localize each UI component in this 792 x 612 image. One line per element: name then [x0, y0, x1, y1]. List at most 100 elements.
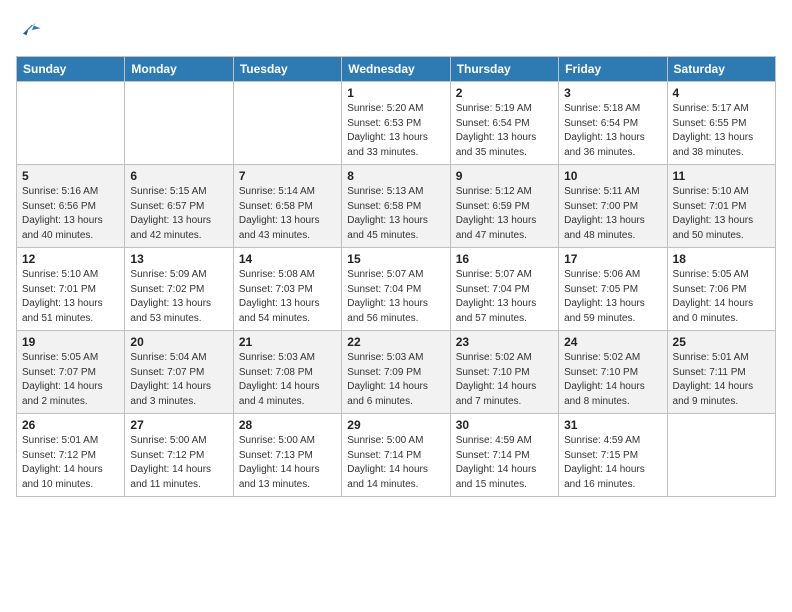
day-number: 11 [673, 169, 770, 183]
day-info: Sunrise: 5:19 AM Sunset: 6:54 PM Dayligh… [456, 102, 553, 160]
day-info: Sunrise: 5:15 AM Sunset: 6:57 PM Dayligh… [130, 185, 227, 243]
calendar-cell: 14Sunrise: 5:08 AM Sunset: 7:03 PM Dayli… [233, 248, 341, 331]
calendar-table: SundayMondayTuesdayWednesdayThursdayFrid… [16, 56, 776, 497]
day-info: Sunrise: 5:03 AM Sunset: 7:08 PM Dayligh… [239, 351, 336, 409]
day-info: Sunrise: 5:13 AM Sunset: 6:58 PM Dayligh… [347, 185, 444, 243]
day-info: Sunrise: 5:20 AM Sunset: 6:53 PM Dayligh… [347, 102, 444, 160]
day-number: 25 [673, 335, 770, 349]
day-number: 20 [130, 335, 227, 349]
calendar-cell: 29 Sunrise: 5:00 AM Sunset: 7:14 PM Dayli… [342, 414, 450, 497]
calendar-cell: 23 Sunrise: 5:02 AM Sunset: 7:10 PM Dayli… [450, 331, 558, 414]
calendar-cell: 2Sunrise: 5:19 AM Sunset: 6:54 PM Daylig… [450, 82, 558, 165]
calendar-cell: 10 Sunrise: 5:11 AM Sunset: 7:00 PM Dayli… [559, 165, 667, 248]
day-info: Sunrise: 5:02 AM Sunset: 7:10 PM Dayligh… [456, 351, 553, 409]
calendar-week-2: 5 Sunrise: 5:16 AM Sunset: 6:56 PM Daylig… [17, 165, 776, 248]
day-info: Sunrise: 5:03 AM Sunset: 7:09 PM Dayligh… [347, 351, 444, 409]
day-info: Sunrise: 5:18 AM Sunset: 6:54 PM Dayligh… [564, 102, 661, 160]
day-info: Sunrise: 5:01 AM Sunset: 7:12 PM Dayligh… [22, 434, 119, 492]
calendar-header-row: SundayMondayTuesdayWednesdayThursdayFrid… [17, 57, 776, 82]
logo-icon [16, 16, 44, 44]
calendar-cell: 7 Sunrise: 5:14 AM Sunset: 6:58 PM Daylig… [233, 165, 341, 248]
calendar-cell: 12Sunrise: 5:10 AM Sunset: 7:01 PM Dayli… [17, 248, 125, 331]
day-info: Sunrise: 5:11 AM Sunset: 7:00 PM Dayligh… [564, 185, 661, 243]
calendar-cell: 28 Sunrise: 5:00 AM Sunset: 7:13 PM Dayli… [233, 414, 341, 497]
weekday-header-monday: Monday [125, 57, 233, 82]
day-info: Sunrise: 5:09 AM Sunset: 7:02 PM Dayligh… [130, 268, 227, 326]
day-number: 10 [564, 169, 661, 183]
day-number: 1 [347, 86, 444, 100]
day-info: Sunrise: 5:16 AM Sunset: 6:56 PM Dayligh… [22, 185, 119, 243]
day-number: 5 [22, 169, 119, 183]
day-info: Sunrise: 5:02 AM Sunset: 7:10 PM Dayligh… [564, 351, 661, 409]
day-info: Sunrise: 5:14 AM Sunset: 6:58 PM Dayligh… [239, 185, 336, 243]
day-info: Sunrise: 4:59 AM Sunset: 7:15 PM Dayligh… [564, 434, 661, 492]
calendar-cell: 27Sunrise: 5:00 AM Sunset: 7:12 PM Dayli… [125, 414, 233, 497]
day-number: 7 [239, 169, 336, 183]
calendar-cell [125, 82, 233, 165]
calendar-cell: 22 Sunrise: 5:03 AM Sunset: 7:09 PM Dayli… [342, 331, 450, 414]
calendar-cell [667, 414, 775, 497]
day-info: Sunrise: 4:59 AM Sunset: 7:14 PM Dayligh… [456, 434, 553, 492]
calendar-cell: 25 Sunrise: 5:01 AM Sunset: 7:11 PM Dayli… [667, 331, 775, 414]
day-number: 28 [239, 418, 336, 432]
calendar-week-5: 26 Sunrise: 5:01 AM Sunset: 7:12 PM Dayli… [17, 414, 776, 497]
calendar-cell: 1 Sunrise: 5:20 AM Sunset: 6:53 PM Daylig… [342, 82, 450, 165]
calendar-cell: 19 Sunrise: 5:05 AM Sunset: 7:07 PM Dayli… [17, 331, 125, 414]
calendar-cell: 9Sunrise: 5:12 AM Sunset: 6:59 PM Daylig… [450, 165, 558, 248]
calendar-cell: 31Sunrise: 4:59 AM Sunset: 7:15 PM Dayli… [559, 414, 667, 497]
day-number: 8 [347, 169, 444, 183]
day-number: 9 [456, 169, 553, 183]
day-number: 15 [347, 252, 444, 266]
day-number: 6 [130, 169, 227, 183]
day-number: 26 [22, 418, 119, 432]
calendar-cell: 16 Sunrise: 5:07 AM Sunset: 7:04 PM Dayli… [450, 248, 558, 331]
logo [16, 16, 48, 44]
day-number: 22 [347, 335, 444, 349]
day-info: Sunrise: 5:07 AM Sunset: 7:04 PM Dayligh… [347, 268, 444, 326]
page-header [16, 16, 776, 44]
calendar-cell: 6 Sunrise: 5:15 AM Sunset: 6:57 PM Daylig… [125, 165, 233, 248]
day-number: 30 [456, 418, 553, 432]
day-number: 4 [673, 86, 770, 100]
calendar-cell: 3 Sunrise: 5:18 AM Sunset: 6:54 PM Daylig… [559, 82, 667, 165]
day-info: Sunrise: 5:04 AM Sunset: 7:07 PM Dayligh… [130, 351, 227, 409]
day-number: 13 [130, 252, 227, 266]
calendar-cell: 30 Sunrise: 4:59 AM Sunset: 7:14 PM Dayli… [450, 414, 558, 497]
calendar-cell: 26 Sunrise: 5:01 AM Sunset: 7:12 PM Dayli… [17, 414, 125, 497]
calendar-cell: 4Sunrise: 5:17 AM Sunset: 6:55 PM Daylig… [667, 82, 775, 165]
day-number: 23 [456, 335, 553, 349]
weekday-header-friday: Friday [559, 57, 667, 82]
day-info: Sunrise: 5:00 AM Sunset: 7:13 PM Dayligh… [239, 434, 336, 492]
day-info: Sunrise: 5:05 AM Sunset: 7:07 PM Dayligh… [22, 351, 119, 409]
day-number: 18 [673, 252, 770, 266]
calendar-cell: 13 Sunrise: 5:09 AM Sunset: 7:02 PM Dayli… [125, 248, 233, 331]
calendar-cell: 21 Sunrise: 5:03 AM Sunset: 7:08 PM Dayli… [233, 331, 341, 414]
day-number: 19 [22, 335, 119, 349]
day-number: 16 [456, 252, 553, 266]
day-number: 21 [239, 335, 336, 349]
calendar-week-1: 1 Sunrise: 5:20 AM Sunset: 6:53 PM Daylig… [17, 82, 776, 165]
weekday-header-saturday: Saturday [667, 57, 775, 82]
calendar-cell: 20 Sunrise: 5:04 AM Sunset: 7:07 PM Dayli… [125, 331, 233, 414]
calendar-cell: 11 Sunrise: 5:10 AM Sunset: 7:01 PM Dayli… [667, 165, 775, 248]
day-info: Sunrise: 5:00 AM Sunset: 7:14 PM Dayligh… [347, 434, 444, 492]
calendar-cell: 24 Sunrise: 5:02 AM Sunset: 7:10 PM Dayli… [559, 331, 667, 414]
calendar-week-3: 12Sunrise: 5:10 AM Sunset: 7:01 PM Dayli… [17, 248, 776, 331]
calendar-cell: 8 Sunrise: 5:13 AM Sunset: 6:58 PM Daylig… [342, 165, 450, 248]
day-info: Sunrise: 5:06 AM Sunset: 7:05 PM Dayligh… [564, 268, 661, 326]
calendar-cell [233, 82, 341, 165]
day-info: Sunrise: 5:10 AM Sunset: 7:01 PM Dayligh… [673, 185, 770, 243]
day-info: Sunrise: 5:10 AM Sunset: 7:01 PM Dayligh… [22, 268, 119, 326]
weekday-header-wednesday: Wednesday [342, 57, 450, 82]
day-info: Sunrise: 5:01 AM Sunset: 7:11 PM Dayligh… [673, 351, 770, 409]
day-info: Sunrise: 5:07 AM Sunset: 7:04 PM Dayligh… [456, 268, 553, 326]
day-number: 24 [564, 335, 661, 349]
day-number: 17 [564, 252, 661, 266]
day-number: 29 [347, 418, 444, 432]
calendar-cell: 17 Sunrise: 5:06 AM Sunset: 7:05 PM Dayli… [559, 248, 667, 331]
calendar-cell: 15 Sunrise: 5:07 AM Sunset: 7:04 PM Dayli… [342, 248, 450, 331]
day-number: 3 [564, 86, 661, 100]
day-number: 14 [239, 252, 336, 266]
calendar-cell [17, 82, 125, 165]
day-number: 27 [130, 418, 227, 432]
